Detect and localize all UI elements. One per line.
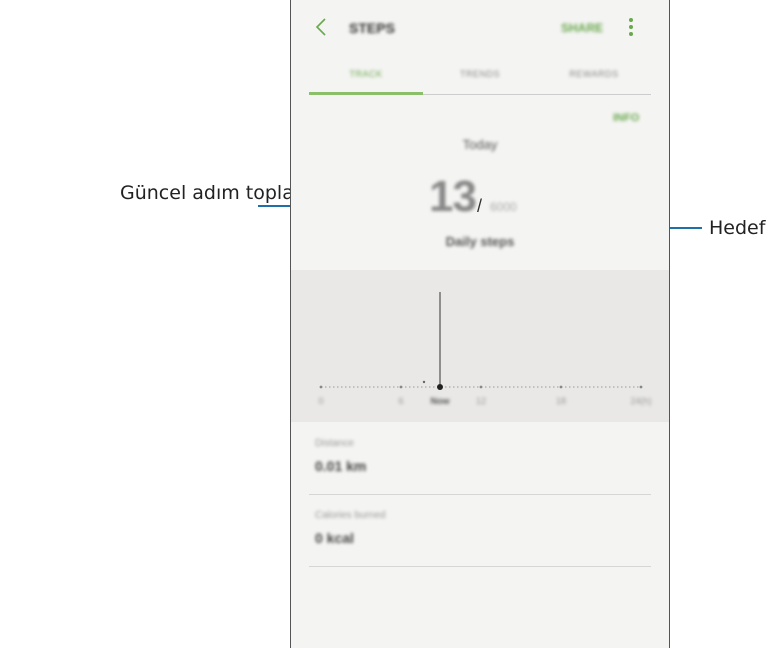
steps-chart-svg: 0 6 Now 12 18 24(h) [318, 292, 652, 406]
stat-calories: Calories burned 0 kcal [309, 496, 651, 567]
x-tick-12: 12 [476, 396, 486, 406]
tab-rewards[interactable]: REWARDS [537, 69, 651, 79]
chart-tick-dot-0 [319, 385, 323, 389]
stat-value: 0.01 km [315, 458, 367, 474]
chart-tick-dot-12 [479, 385, 483, 389]
callout-goal: Hedef [709, 217, 766, 239]
tab-track[interactable]: TRACK [309, 69, 423, 79]
x-tick-now: Now [431, 396, 451, 406]
stats-list: Distance 0.01 km Calories burned 0 kcal [291, 422, 669, 648]
active-tab-indicator [309, 92, 423, 95]
app-bar: STEPS SHARE [291, 0, 669, 58]
tab-bar: TRACK TRENDS REWARDS [309, 58, 651, 95]
back-arrow-icon[interactable] [311, 14, 333, 40]
page-title: STEPS [349, 20, 395, 36]
steps-separator: / [477, 196, 483, 216]
share-button[interactable]: SHARE [561, 21, 603, 35]
daily-steps-label: Daily steps [445, 234, 515, 249]
x-tick-18: 18 [556, 396, 566, 406]
current-step-count: 13 [429, 172, 477, 221]
x-tick-6: 6 [398, 396, 403, 406]
stat-value: 0 kcal [315, 530, 354, 546]
chart-tick-dot-6 [399, 385, 403, 389]
chart-tick-dot-24 [639, 385, 643, 389]
tab-trends[interactable]: TRENDS [423, 69, 537, 79]
x-tick-0: 0 [318, 396, 323, 406]
step-goal: 6000 [490, 200, 517, 214]
chart-step-point [422, 380, 426, 384]
phone-screen: STEPS SHARE TRACK TRENDS REWARDS INFO To… [290, 0, 670, 648]
info-button[interactable]: INFO [613, 112, 639, 124]
callout-current-steps: Güncel adım toplamı [120, 182, 318, 204]
chart-tick-dot-18 [559, 385, 563, 389]
stat-label: Calories burned [315, 510, 386, 521]
steps-chart: 0 6 Now 12 18 24(h) [291, 270, 669, 422]
chart-now-marker [437, 384, 443, 390]
more-options-icon[interactable] [628, 18, 634, 38]
x-tick-24: 24(h) [630, 396, 651, 406]
today-label: Today [462, 137, 498, 152]
stat-distance: Distance 0.01 km [309, 424, 651, 495]
stat-label: Distance [315, 438, 354, 449]
